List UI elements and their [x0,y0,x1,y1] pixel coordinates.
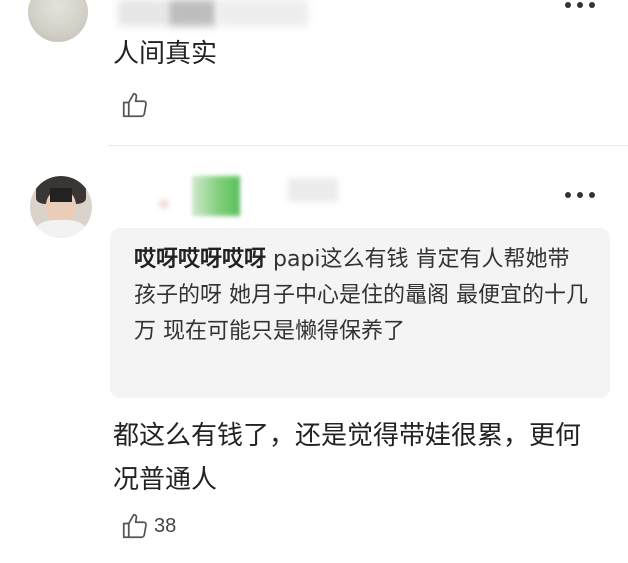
comment-text: 人间真实 [113,39,218,69]
blurred-username [118,0,166,26]
commenter-avatar[interactable] [28,0,88,42]
blurred-username [168,0,216,26]
like-button[interactable] [120,90,154,120]
blurred-username [160,200,168,208]
like-count: 38 [154,514,177,537]
like-button[interactable]: 38 [120,511,176,541]
divider [108,145,628,146]
thumbs-up-icon [122,513,147,539]
blurred-username [192,176,240,216]
more-dots-icon[interactable] [565,190,595,200]
quoted-author[interactable]: 哎呀哎呀哎呀 [134,247,266,272]
blurred-username [288,178,338,202]
comment-feed: 人间真实 哎呀哎呀哎呀 papi这么有钱 肯定有人帮她带孩子的呀 她月子中心是住… [0,0,628,563]
comment-text: 都这么有钱了，还是觉得带娃很累，更何况普通人 [113,421,582,495]
blurred-username [218,0,308,26]
commenter-avatar[interactable] [30,176,92,238]
more-dots-icon[interactable] [565,0,595,10]
thumbs-up-icon [122,92,147,118]
quoted-reply[interactable]: 哎呀哎呀哎呀 papi这么有钱 肯定有人帮她带孩子的呀 她月子中心是住的鼂阁 最… [110,228,610,398]
